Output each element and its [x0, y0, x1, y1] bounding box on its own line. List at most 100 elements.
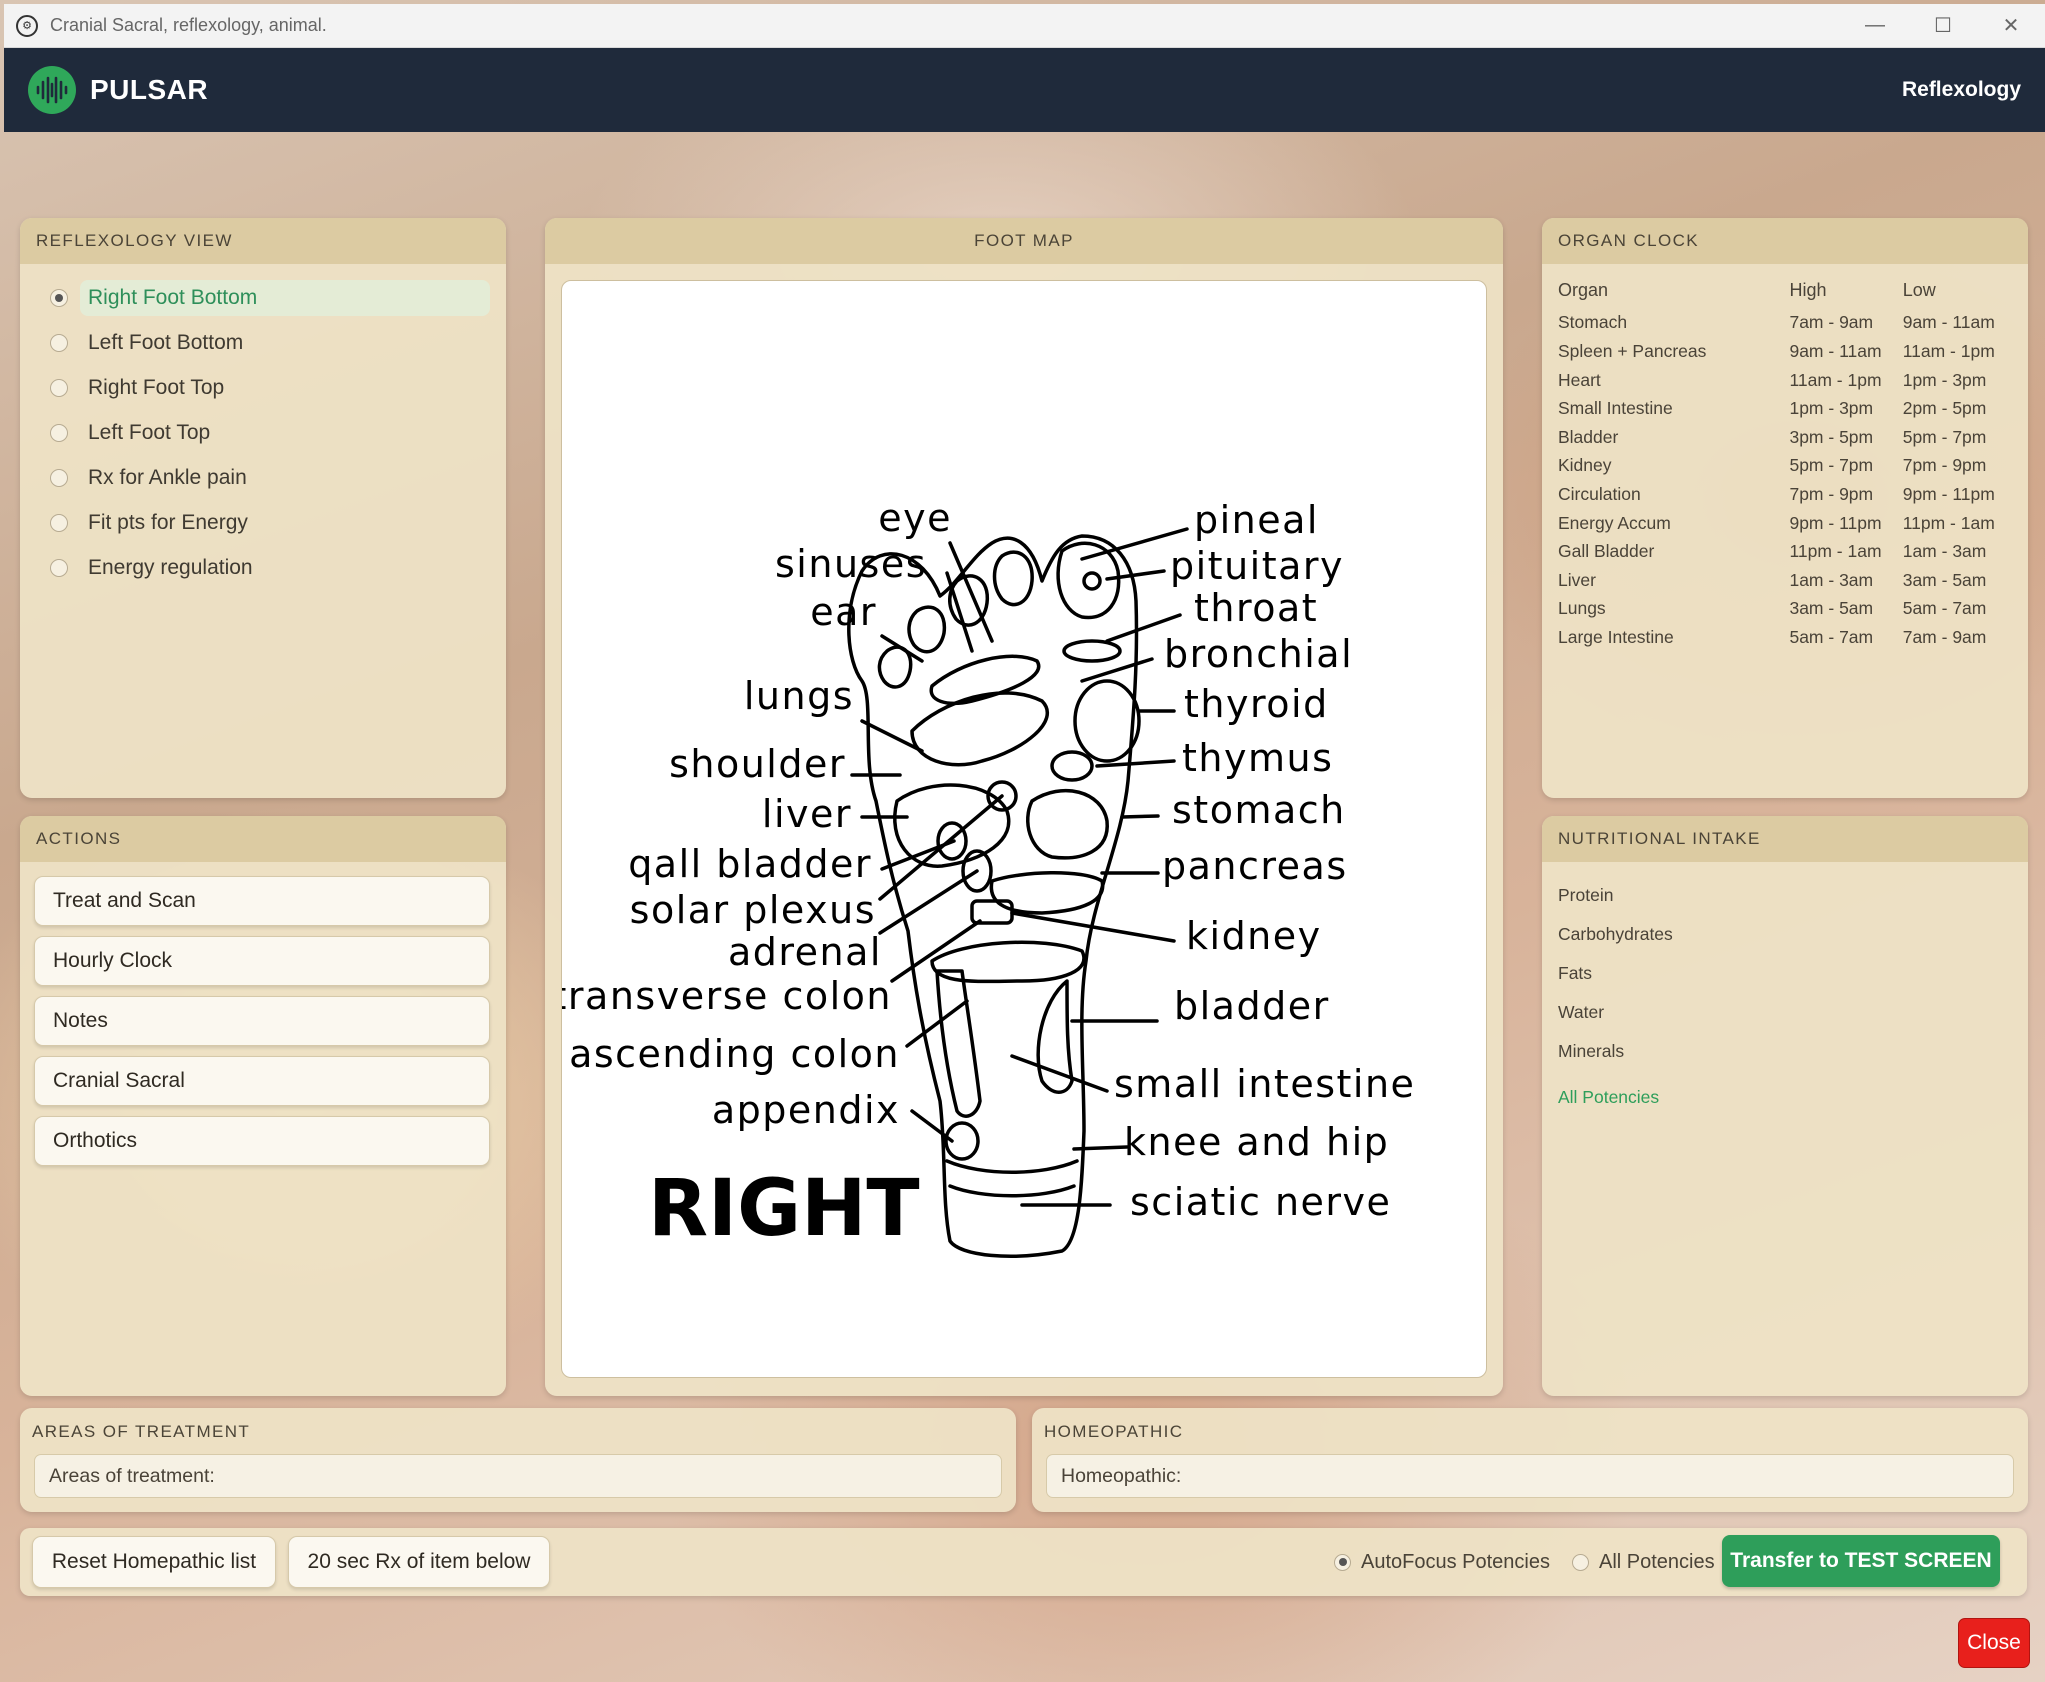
view-option-energy-regulation[interactable]: Energy regulation — [36, 548, 490, 588]
orthotics-button[interactable]: Orthotics — [34, 1116, 490, 1166]
radio-unchecked-icon[interactable] — [1572, 1553, 1589, 1571]
minimize-icon[interactable]: — — [1841, 4, 1909, 47]
label-lungs: lungs — [744, 674, 854, 718]
app-icon: ⚙ — [16, 14, 38, 37]
notes-button[interactable]: Notes — [34, 996, 490, 1046]
all-potencies-link[interactable]: All Potencies — [1558, 1087, 2012, 1108]
zone-pineal — [1082, 571, 1102, 591]
organ-cell: Liver — [1558, 569, 1596, 590]
label-pancreas: pancreas — [1162, 844, 1348, 888]
areas-of-treatment-field[interactable] — [34, 1454, 1002, 1498]
low-time-cell: 9pm - 11pm — [1902, 483, 1995, 504]
zone-heel-band-2 — [948, 1184, 1076, 1198]
high-time-cell: 11am - 1pm — [1789, 369, 1882, 390]
label-small-intestine: small intestine — [1114, 1062, 1415, 1106]
maximize-icon[interactable]: ☐ — [1909, 4, 1977, 47]
close-button[interactable]: Close — [1958, 1618, 2030, 1668]
nutri-item-minerals[interactable]: Minerals — [1558, 1032, 2012, 1071]
radio-unchecked-icon[interactable] — [50, 514, 68, 532]
label-sinuses: sinuses — [775, 542, 927, 586]
organ-clock-title: ORGAN CLOCK — [1542, 218, 2028, 264]
radio-unchecked-icon[interactable] — [50, 424, 68, 442]
foot-diagram: eye sinuses ear lungs shoulder liver qal… — [562, 496, 1415, 1258]
nutritional-intake-title: NUTRITIONAL INTAKE — [1542, 816, 2028, 862]
high-time-cell: 9am - 11am — [1789, 340, 1882, 361]
radio-checked-icon[interactable] — [50, 289, 68, 307]
nutri-item-carbohydrates[interactable]: Carbohydrates — [1558, 915, 2012, 954]
organ-clock-row: Stomach 7am - 9am 9am - 11am — [1558, 309, 2012, 338]
col-low-header: Low — [1902, 279, 1936, 300]
label-liver: liver — [762, 792, 852, 836]
high-time-cell: 1pm - 3pm — [1789, 398, 1874, 419]
hourly-clock-button[interactable]: Hourly Clock — [34, 936, 490, 986]
reflexology-view-options: Right Foot Bottom Left Foot Bottom Right… — [20, 264, 506, 588]
label-sciatic-nerve: sciatic nerve — [1130, 1180, 1391, 1224]
nutri-item-protein[interactable]: Protein — [1558, 876, 2012, 915]
low-time-cell: 2pm - 5pm — [1902, 398, 1987, 419]
view-option-label: Right Foot Bottom — [80, 280, 490, 316]
view-option-right-foot-bottom[interactable]: Right Foot Bottom — [36, 278, 490, 318]
zone-kidney — [970, 899, 1014, 925]
view-option-label: Right Foot Top — [88, 376, 225, 399]
close-window-icon[interactable]: ✕ — [1977, 4, 2045, 47]
organ-clock-row: Small Intestine 1pm - 3pm 2pm - 5pm — [1558, 394, 2012, 423]
view-option-label: Rx for Ankle pain — [88, 466, 247, 489]
treat-and-scan-button[interactable]: Treat and Scan — [34, 876, 490, 926]
radio-unchecked-icon[interactable] — [50, 469, 68, 487]
homeopathic-input[interactable] — [1061, 1455, 2013, 1497]
bottom-toolbar: Reset Homepathic list 20 sec Rx of item … — [20, 1528, 2027, 1596]
label-pituitary: pituitary — [1170, 544, 1344, 588]
organ-cell: Stomach — [1558, 312, 1628, 333]
zone-thymus — [1050, 750, 1094, 782]
toe-2 — [992, 550, 1034, 607]
organ-cell: Spleen + Pancreas — [1558, 340, 1707, 361]
zone-heel-band — [945, 1159, 1079, 1174]
radio-checked-icon[interactable] — [1334, 1553, 1351, 1571]
window-controls: — ☐ ✕ — [1841, 4, 2045, 47]
homeopathic-field[interactable] — [1046, 1454, 2014, 1498]
autofocus-potencies-label: AutoFocus Potencies — [1361, 1550, 1550, 1573]
organ-clock-row: Heart 11am - 1pm 1pm - 3pm — [1558, 366, 2012, 395]
organ-cell: Gall Bladder — [1558, 541, 1655, 562]
window-titlebar: ⚙ Cranial Sacral, reflexology, animal. —… — [4, 4, 2045, 48]
all-potencies-label: All Potencies — [1599, 1550, 1715, 1573]
label-bladder: bladder — [1174, 984, 1330, 1028]
label-thyroid: thyroid — [1184, 682, 1329, 726]
autofocus-potencies-option[interactable]: AutoFocus Potencies — [1334, 1546, 1550, 1578]
organ-clock-header-row: Organ High Low — [1558, 276, 2012, 305]
high-time-cell: 11pm - 1am — [1789, 541, 1882, 562]
view-option-left-foot-bottom[interactable]: Left Foot Bottom — [36, 323, 490, 363]
nutri-item-water[interactable]: Water — [1558, 993, 2012, 1032]
radio-unchecked-icon[interactable] — [50, 334, 68, 352]
transfer-to-test-screen-button[interactable]: Transfer to TEST SCREEN — [1722, 1535, 2000, 1587]
areas-of-treatment-input[interactable] — [49, 1455, 1001, 1497]
nutri-item-fats[interactable]: Fats — [1558, 954, 2012, 993]
high-time-cell: 3pm - 5pm — [1789, 426, 1874, 447]
view-option-label: Energy regulation — [88, 556, 253, 579]
view-option-left-foot-top[interactable]: Left Foot Top — [36, 413, 490, 453]
label-thymus: thymus — [1182, 736, 1333, 780]
view-option-rx-ankle-pain[interactable]: Rx for Ankle pain — [36, 458, 490, 498]
low-time-cell: 5am - 7am — [1902, 598, 1987, 619]
radio-unchecked-icon[interactable] — [50, 559, 68, 577]
zone-throat — [1062, 639, 1122, 663]
cranial-sacral-button[interactable]: Cranial Sacral — [34, 1056, 490, 1106]
reset-homeopathic-list-button[interactable]: Reset Homepathic list — [32, 1536, 276, 1588]
nutritional-intake-panel: NUTRITIONAL INTAKE Protein Carbohydrates… — [1542, 816, 2028, 1396]
foot-map-canvas: eye sinuses ear lungs shoulder liver qal… — [561, 280, 1487, 1378]
rx-20-sec-button[interactable]: 20 sec Rx of item below — [288, 1536, 550, 1588]
high-time-cell: 7am - 9am — [1789, 312, 1874, 333]
high-time-cell: 7pm - 9pm — [1789, 483, 1874, 504]
all-potencies-option[interactable]: All Potencies — [1572, 1546, 1715, 1578]
radio-unchecked-icon[interactable] — [50, 379, 68, 397]
view-option-fit-pts-energy[interactable]: Fit pts for Energy — [36, 503, 490, 543]
view-option-right-foot-top[interactable]: Right Foot Top — [36, 368, 490, 408]
organ-clock-row: Energy Accum 9pm - 11pm 11pm - 1am — [1558, 509, 2012, 538]
label-throat: throat — [1194, 586, 1318, 630]
label-stomach: stomach — [1172, 788, 1346, 832]
label-gall-bladder: qall bladder — [628, 842, 872, 886]
zone-ascending-colon — [935, 969, 982, 1118]
low-time-cell: 9am - 11am — [1902, 312, 1995, 333]
organ-cell: Bladder — [1558, 426, 1619, 447]
zone-stomach — [1026, 788, 1109, 860]
